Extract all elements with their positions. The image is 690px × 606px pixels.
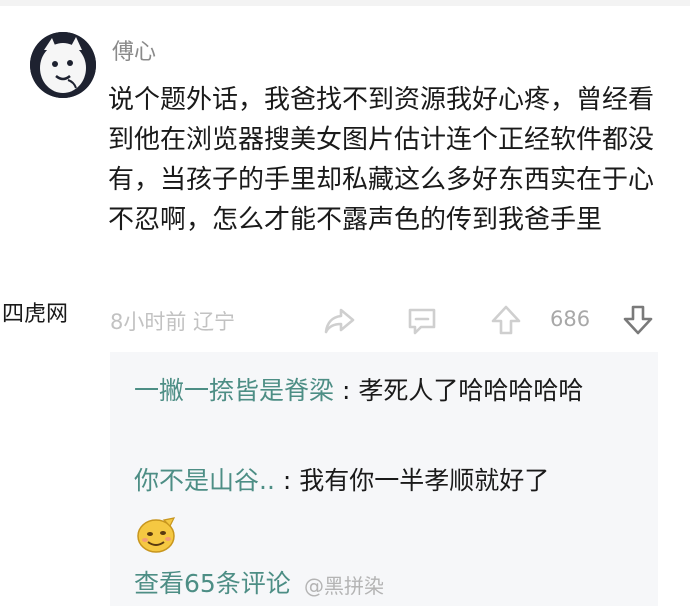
emoji-icon [134, 514, 180, 554]
comment-icon [408, 308, 436, 335]
reply-item[interactable]: 你不是山谷.. : 我有你一半孝顺就好了 [134, 462, 634, 500]
site-watermark: 四虎网 [2, 296, 69, 328]
share-icon [324, 308, 355, 334]
replies-panel: 一撇一捺皆是脊梁 : 孝死人了哈哈哈哈哈 你不是山谷.. : 我有你一半孝顺就好… [110, 352, 658, 606]
downvote-icon [623, 305, 653, 335]
post-text: 说个题外话，我爸找不到资源我好心疼，曾经看到他在浏览器搜美女图片估计连个正经软件… [108, 85, 655, 235]
vote-count: 686 [550, 307, 591, 331]
share-button[interactable] [322, 302, 358, 338]
post-time-location: 8小时前 辽宁 [110, 310, 236, 334]
reply-author[interactable]: 一撇一捺皆是脊梁 [134, 376, 334, 405]
post-actions: 8小时前 辽宁 686 [110, 300, 670, 340]
comment-button[interactable] [404, 302, 440, 338]
reply-text: 我有你一半孝顺就好了 [299, 466, 550, 495]
upvote-icon [491, 305, 521, 335]
reply-author[interactable]: 你不是山谷.. [134, 466, 275, 495]
reply-separator: : [334, 376, 359, 405]
upvote-button[interactable] [488, 302, 524, 338]
top-divider [0, 0, 690, 6]
reply-text: 孝死人了哈哈哈哈哈 [358, 376, 584, 405]
comment-page: 傅心 说个题外话，我爸找不到资源我好心疼，曾经看到他在浏览器搜美女图片估计连个正… [0, 0, 690, 606]
view-more-replies-link[interactable]: 查看65条评论 [134, 564, 291, 600]
avatar-icon [30, 32, 96, 98]
reply-item[interactable]: 一撇一捺皆是脊梁 : 孝死人了哈哈哈哈哈 [134, 372, 634, 410]
weibo-watermark: @黑拼染 [304, 574, 384, 598]
downvote-button[interactable] [620, 302, 656, 338]
reply-separator: : [274, 466, 300, 495]
avatar[interactable] [30, 32, 96, 98]
username[interactable]: 傅心 [112, 34, 156, 66]
